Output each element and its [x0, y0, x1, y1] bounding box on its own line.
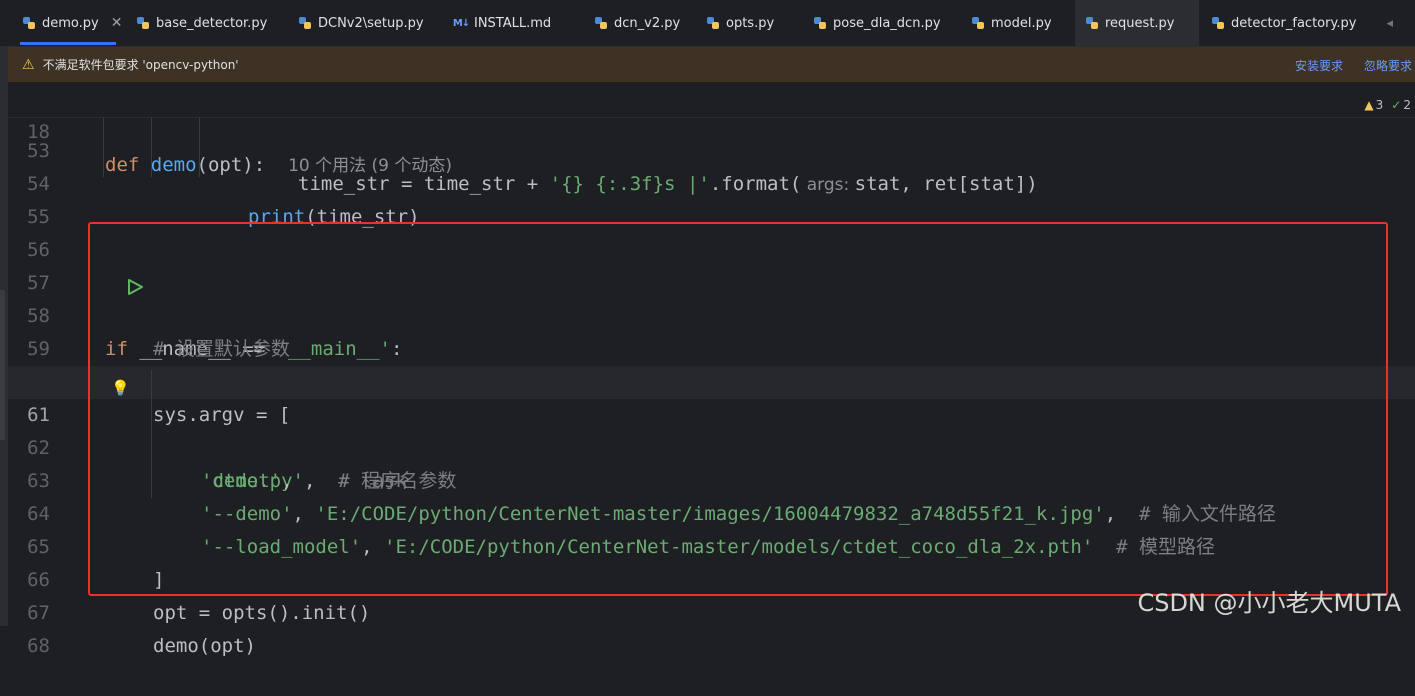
- sticky-scroll-header[interactable]: 18 def demo(opt): 10 个用法 (9 个动态) ▲ 3 ✓ 2: [8, 83, 1415, 176]
- code-line[interactable]: 57 if __name__ == '__main__':: [8, 234, 1415, 360]
- tab-model-py[interactable]: model.py: [961, 0, 1071, 46]
- code-line[interactable]: 63 '--demo', 'E:/CODE/python/CenterNet-m…: [8, 432, 1415, 525]
- banner-text: 不满足软件包要求 'opencv-python': [42, 58, 239, 72]
- warning-triangle-icon: ▲: [1364, 98, 1374, 112]
- tab-dcnv2-setup-py[interactable]: DCNv2\setup.py: [288, 0, 438, 46]
- check-count: ✓ 2: [1391, 98, 1411, 112]
- tab-label: INSTALL.md: [474, 15, 552, 31]
- check-icon: ✓: [1391, 98, 1402, 112]
- keyword-token: def: [105, 154, 140, 176]
- python-icon: [1211, 16, 1225, 30]
- tab-request-py[interactable]: request.py: [1075, 0, 1199, 46]
- python-icon: [971, 16, 985, 30]
- close-icon[interactable]: ✕: [111, 15, 123, 31]
- tab-label: pose_dla_dcn.py: [833, 15, 941, 31]
- tab-opts-py[interactable]: opts.py: [696, 0, 796, 46]
- tab-label: DCNv2\setup.py: [318, 15, 424, 31]
- line-number: 18: [27, 121, 50, 143]
- markdown-icon: M↓: [452, 17, 470, 29]
- tab-label: demo.py: [42, 15, 99, 31]
- ignore-requirements-link[interactable]: 忽略要求: [1364, 57, 1412, 74]
- editor-tab-bar: demo.py ✕ base_detector.py DCNv2\setup.p…: [0, 0, 1415, 47]
- warning-icon: ⚠: [22, 56, 35, 73]
- python-icon: [22, 16, 36, 30]
- install-requirements-link[interactable]: 安装要求: [1295, 57, 1343, 74]
- tab-label: opts.py: [726, 15, 775, 31]
- code-line[interactable]: 58 # 设置默认参数: [8, 267, 1415, 360]
- tab-label: request.py: [1105, 15, 1175, 31]
- tab-demo-py[interactable]: demo.py ✕: [12, 0, 124, 46]
- code-editor[interactable]: 18 def demo(opt): 10 个用法 (9 个动态) ▲3 ✓2 5…: [8, 83, 1415, 657]
- code-line[interactable]: 59 import sys: [8, 300, 1415, 393]
- watermark: CSDN @小小老大MUTA: [1137, 589, 1401, 617]
- code-line[interactable]: 60 sys.argv = [: [8, 333, 1415, 426]
- python-icon: [298, 16, 312, 30]
- tab-pose-dla-dcn-py[interactable]: pose_dla_dcn.py: [803, 0, 958, 46]
- warning-count: ▲ 3: [1364, 98, 1384, 112]
- tab-base-detector-py[interactable]: base_detector.py: [126, 0, 286, 46]
- python-icon: [136, 16, 150, 30]
- code-line[interactable]: 56: [8, 201, 1415, 261]
- left-panel-scrollbar[interactable]: [0, 290, 5, 440]
- python-icon: [1085, 16, 1099, 30]
- function-name-token: demo: [150, 154, 197, 176]
- tab-label: base_detector.py: [156, 15, 268, 31]
- code-line[interactable]: 65 ]: [8, 498, 1415, 591]
- python-icon: [813, 16, 827, 30]
- line-number: 68: [27, 635, 50, 657]
- code-line[interactable]: 64 '--load_model', 'E:/CODE/python/Cente…: [8, 465, 1415, 558]
- code-token: (opt):: [196, 154, 266, 176]
- requirements-banner: ⚠ 不满足软件包要求 'opencv-python' 安装要求 忽略要求: [8, 47, 1415, 82]
- python-icon: [706, 16, 720, 30]
- tab-label: model.py: [991, 15, 1052, 31]
- usages-hint[interactable]: 10 个用法 (9 个动态): [288, 156, 452, 176]
- tab-detector-factory-py[interactable]: detector_factory.py: [1201, 0, 1371, 46]
- inspection-widget[interactable]: ▲ 3 ✓ 2: [1364, 89, 1411, 122]
- code-token: demo(opt): [153, 635, 256, 657]
- tab-install-md[interactable]: M↓ INSTALL.md: [444, 0, 574, 46]
- code-line-current[interactable]: 61 💡 'demo.py', # 程序名: [8, 366, 1415, 492]
- indent-guide: [151, 370, 152, 498]
- indent-guide: [103, 117, 104, 177]
- python-icon: [594, 16, 608, 30]
- more-tabs-icon[interactable]: ◂: [1386, 16, 1393, 31]
- code-line[interactable]: 62 'ctdet', # task 参数: [8, 399, 1415, 492]
- tab-dcn-v2-py[interactable]: dcn_v2.py: [584, 0, 694, 46]
- tab-label: detector_factory.py: [1231, 15, 1357, 31]
- tab-label: dcn_v2.py: [614, 15, 681, 31]
- code-line[interactable]: 66 opt = opts().init(): [8, 531, 1415, 624]
